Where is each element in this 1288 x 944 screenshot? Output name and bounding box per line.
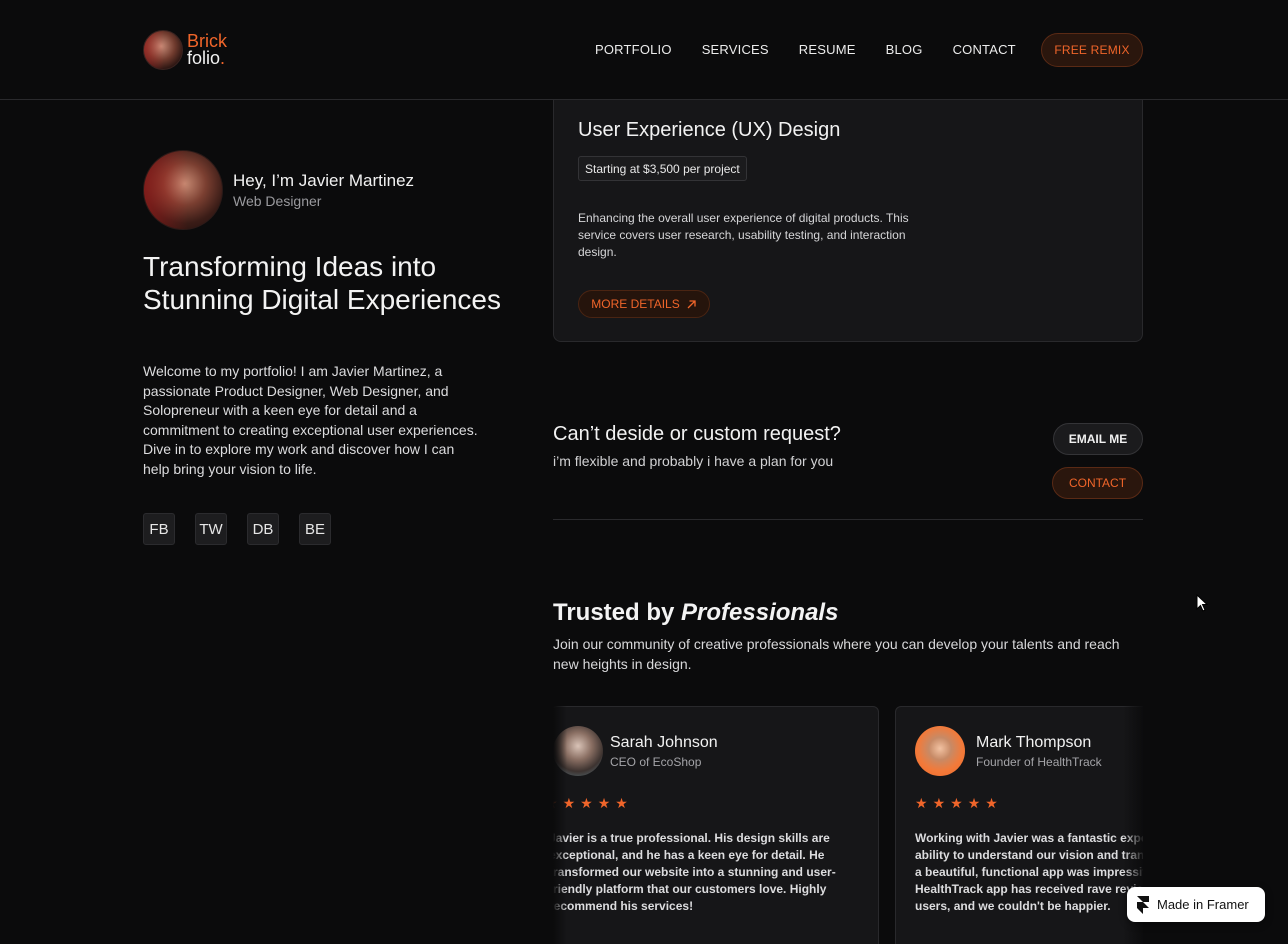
profile-greeting: Hey, I’m Javier Martinez	[233, 171, 415, 190]
service-card: User Experience (UX) Design Starting at …	[553, 98, 1143, 342]
star-icon: ★	[967, 795, 981, 811]
nav-services[interactable]: SERVICES	[702, 42, 769, 58]
service-description: Enhancing the overall user experience of…	[578, 211, 909, 259]
profile-avatar	[143, 150, 223, 230]
main-nav: PORTFOLIO SERVICES RESUME BLOG CONTACT	[595, 42, 1046, 58]
brand-logo[interactable]: Brick folio.	[143, 30, 227, 70]
star-icon: ★	[950, 795, 963, 811]
star-icon: ★	[915, 795, 928, 811]
testimonial-name: Sarah Johnson	[610, 734, 718, 751]
social-dribbble-link[interactable]: DB	[247, 513, 279, 545]
testimonial-avatar	[915, 726, 965, 776]
trusted-subtitle: Join our community of creative professio…	[553, 636, 1120, 672]
logo-line-2-text: folio	[187, 48, 221, 68]
nav-blog[interactable]: BLOG	[886, 42, 923, 58]
custom-request-title: Can’t deside or custom request?	[553, 423, 841, 445]
arrow-up-right-icon	[687, 299, 696, 308]
star-icon: ★	[580, 795, 593, 811]
star-icon: ★	[615, 795, 628, 811]
nav-resume[interactable]: RESUME	[799, 42, 856, 58]
star-icon: ★	[597, 795, 611, 811]
logo-line-2: folio.	[187, 48, 227, 68]
testimonial-card: Mark Thompson Founder of HealthTrack ★ ★…	[895, 706, 1143, 944]
service-title: User Experience (UX) Design	[578, 119, 841, 141]
mouse-cursor-icon	[1196, 594, 1208, 612]
price-badge: Starting at $3,500 per project	[578, 156, 747, 181]
star-icon: ★	[932, 795, 946, 811]
more-details-label: MORE DETAILS	[591, 297, 680, 311]
testimonial-quote: Working with Javier was a fantastic expe…	[915, 831, 1143, 913]
rating-stars: ★ ★ ★ ★ ★	[915, 796, 1003, 810]
testimonial-role: Founder of HealthTrack	[976, 755, 1102, 769]
social-links: FB TW DB BE	[143, 513, 351, 545]
testimonial-name: Mark Thompson	[976, 734, 1092, 751]
profile-role: Web Designer	[233, 193, 322, 209]
hero-headline: Transforming Ideas into Stunning Digital…	[143, 251, 501, 315]
more-details-button[interactable]: MORE DETAILS	[578, 290, 710, 318]
testimonial-role: CEO of EcoShop	[610, 755, 702, 769]
contact-button[interactable]: CONTACT	[1052, 467, 1143, 499]
nav-contact[interactable]: CONTACT	[953, 42, 1016, 58]
social-twitter-link[interactable]: TW	[195, 513, 227, 545]
page: Brick folio. PORTFOLIO SERVICES RESUME B…	[0, 0, 1288, 944]
social-behance-link[interactable]: BE	[299, 513, 331, 545]
logo-wordmark: Brick folio.	[187, 32, 227, 68]
testimonial-quote: Javier is a true professional. His desig…	[553, 831, 836, 913]
logo-avatar	[143, 30, 183, 70]
site-header: Brick folio. PORTFOLIO SERVICES RESUME B…	[0, 0, 1288, 100]
framer-logo-icon	[1137, 895, 1149, 914]
framer-badge-label: Made in Framer	[1157, 897, 1249, 912]
carousel-fade-left	[553, 706, 567, 944]
trusted-title: Trusted by Professionals	[553, 599, 838, 627]
section-divider	[553, 519, 1143, 520]
trusted-title-emphasis: Professionals	[681, 599, 839, 626]
email-me-button[interactable]: EMAIL ME	[1053, 423, 1143, 455]
made-in-framer-badge[interactable]: Made in Framer	[1127, 887, 1265, 922]
testimonials-carousel[interactable]: Sarah Johnson CEO of EcoShop ★ ★ ★ ★ ★ J…	[553, 706, 1143, 944]
testimonial-card: Sarah Johnson CEO of EcoShop ★ ★ ★ ★ ★ J…	[553, 706, 879, 944]
custom-request-subtitle: i’m flexible and probably i have a plan …	[553, 453, 834, 469]
free-remix-button[interactable]: FREE REMIX	[1041, 33, 1143, 67]
nav-portfolio[interactable]: PORTFOLIO	[595, 42, 672, 58]
star-icon: ★	[985, 795, 998, 811]
social-facebook-link[interactable]: FB	[143, 513, 175, 545]
hero-intro: Welcome to my portfolio! I am Javier Mar…	[143, 363, 478, 477]
trusted-title-plain: Trusted by	[553, 599, 682, 626]
logo-dot: .	[220, 48, 226, 68]
